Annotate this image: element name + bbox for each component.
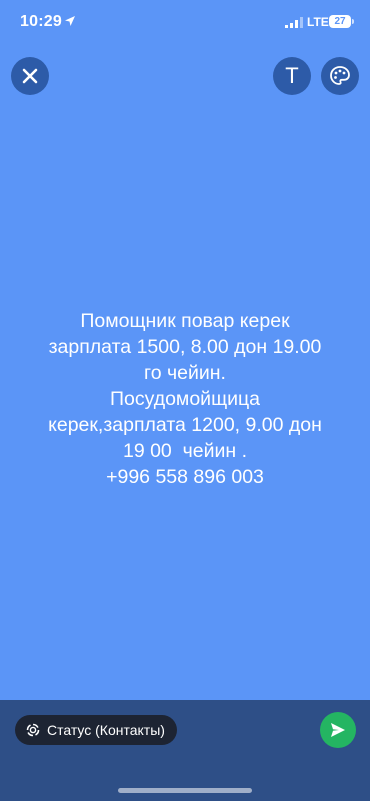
status-bar: 10:29 LTE 27: [0, 0, 370, 44]
close-button[interactable]: [11, 57, 49, 95]
palette-button[interactable]: [321, 57, 359, 95]
home-indicator[interactable]: [118, 788, 252, 793]
signal-icon: [285, 17, 303, 28]
close-icon: [22, 68, 38, 84]
message-line: керек,зарплата 1200, 9.00 дон: [48, 414, 322, 436]
message-line: +996 558 896 003: [106, 466, 264, 488]
message-line: 19 00 чейин .: [122, 440, 248, 462]
status-audience-button[interactable]: Статус (Контакты): [15, 715, 177, 745]
network-type: LTE: [307, 15, 329, 29]
send-icon: [331, 723, 345, 737]
battery-icon: 27: [329, 15, 351, 28]
battery-tip: [352, 19, 354, 24]
message-line: го чейин.: [144, 362, 226, 384]
status-time: 10:29: [20, 13, 62, 30]
send-button[interactable]: [320, 712, 356, 748]
message-line: зарплата 1500, 8.00 дон 19.00: [48, 336, 322, 358]
battery-level: 27: [334, 16, 346, 27]
status-message-text: Помощник повар керек зарплата 1500, 8.00…: [0, 308, 370, 490]
status-ring-icon: [26, 723, 40, 737]
message-line: Посудомойщица: [109, 388, 261, 410]
message-line: Помощник повар керек: [80, 310, 290, 332]
palette-icon: [330, 66, 350, 85]
bottom-bar: Статус (Контакты): [0, 700, 370, 801]
status-audience-label: Статус (Контакты): [47, 722, 165, 738]
text-tool-label: T: [285, 63, 299, 88]
text-tool-button[interactable]: T: [273, 57, 311, 95]
location-arrow-icon: [65, 16, 75, 26]
